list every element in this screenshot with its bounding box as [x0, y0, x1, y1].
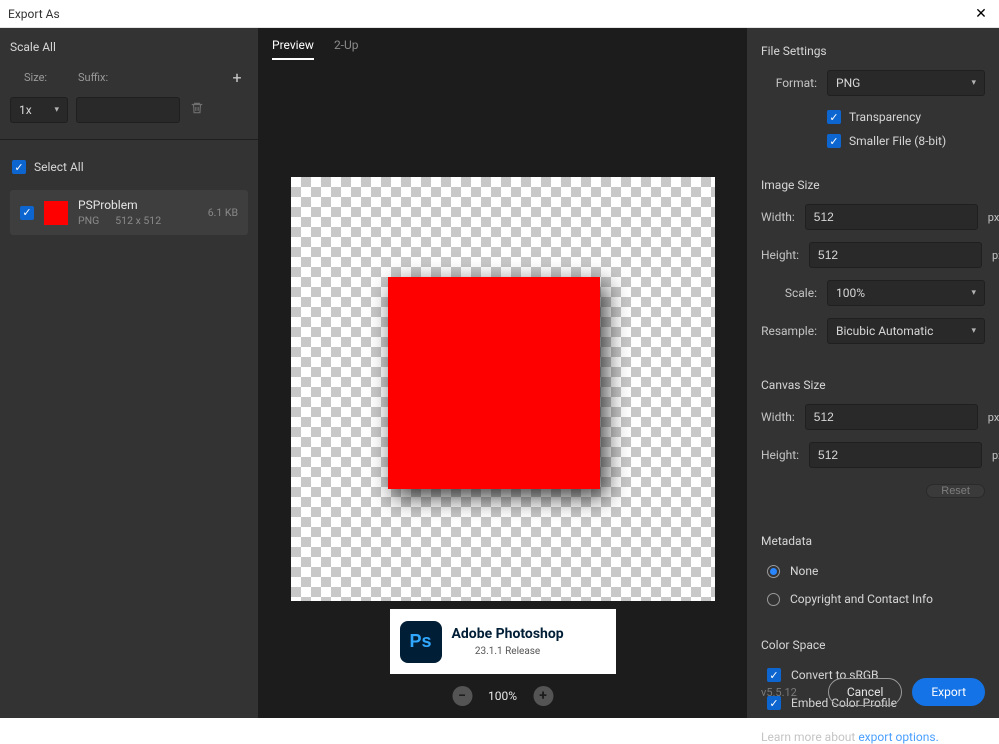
learn-more-text: Learn more about: [761, 730, 858, 744]
photoshop-release: 23.1.1 Release: [452, 646, 564, 657]
canvas-width-label: Width:: [761, 410, 795, 424]
chevron-down-icon: ▾: [971, 78, 976, 88]
metadata-none-row[interactable]: None: [767, 564, 985, 578]
suffix-input[interactable]: [76, 97, 180, 123]
resample-value: Bicubic Automatic: [836, 324, 933, 338]
px-unit: px: [992, 449, 999, 462]
zoom-out-button[interactable]: −: [452, 686, 472, 706]
asset-name: PSProblem: [78, 198, 198, 212]
image-size-title: Image Size: [761, 178, 985, 192]
close-icon[interactable]: ✕: [971, 6, 991, 22]
zoom-in-button[interactable]: +: [533, 686, 553, 706]
canvas-size-title: Canvas Size: [761, 378, 985, 392]
reset-button[interactable]: Reset: [926, 484, 985, 498]
resample-dropdown[interactable]: Bicubic Automatic ▾: [827, 318, 985, 344]
chevron-down-icon: ▾: [971, 288, 976, 298]
width-input[interactable]: [805, 204, 978, 230]
export-button[interactable]: Export: [912, 678, 985, 706]
scale-dropdown[interactable]: 100% ▾: [827, 280, 985, 306]
width-label: Width:: [761, 210, 795, 224]
metadata-none-radio[interactable]: [767, 565, 780, 578]
select-all-label: Select All: [34, 160, 84, 174]
metadata-copyright-label: Copyright and Contact Info: [790, 592, 933, 606]
scale-label: Scale:: [761, 286, 817, 300]
trash-icon[interactable]: [188, 101, 206, 119]
smaller-file-label: Smaller File (8-bit): [849, 134, 946, 148]
window-title: Export As: [8, 7, 60, 21]
photoshop-badge: Ps Adobe Photoshop 23.1.1 Release: [390, 609, 616, 674]
zoom-value: 100%: [488, 689, 517, 703]
color-space-title: Color Space: [761, 638, 985, 652]
size-label: Size:: [12, 71, 66, 84]
left-panel: Scale All Size: Suffix: + 1x ▾ ✓ Select …: [0, 28, 258, 718]
size-dropdown[interactable]: 1x ▾: [10, 97, 68, 123]
format-dropdown[interactable]: PNG ▾: [827, 70, 985, 96]
photoshop-name: Adobe Photoshop: [452, 626, 564, 642]
format-label: Format:: [761, 76, 817, 90]
asset-checkbox[interactable]: ✓: [20, 206, 34, 220]
scale-row: 1x ▾: [10, 97, 248, 123]
cancel-button[interactable]: Cancel: [828, 678, 903, 706]
preview-content: [388, 277, 600, 489]
footer: v5.5.12 Cancel Export: [761, 678, 985, 706]
canvas-width-input[interactable]: [805, 404, 978, 430]
add-scale-icon[interactable]: +: [228, 68, 246, 87]
scale-value: 100%: [836, 286, 865, 300]
right-panel: File Settings Format: PNG ▾ ✓ Transparen…: [747, 28, 999, 718]
canvas-height-label: Height:: [761, 448, 799, 462]
smaller-file-checkbox[interactable]: ✓: [827, 134, 841, 148]
chevron-down-icon: ▾: [971, 326, 976, 336]
px-unit: px: [988, 211, 999, 224]
preview-canvas[interactable]: [291, 177, 715, 601]
center-panel: Preview 2-Up Ps Adobe Photoshop 23.1.1 R…: [258, 28, 747, 718]
select-all-row[interactable]: ✓ Select All: [10, 156, 248, 178]
scale-header: Size: Suffix: +: [10, 68, 248, 87]
photoshop-logo-icon: Ps: [400, 621, 442, 663]
asset-meta: PSProblem PNG 512 x 512: [78, 198, 198, 227]
canvas-height-input[interactable]: [809, 442, 982, 468]
version-label: v5.5.12: [761, 686, 797, 699]
transparency-label: Transparency: [849, 110, 921, 124]
resample-label: Resample:: [761, 324, 817, 338]
divider: [0, 139, 258, 140]
px-unit: px: [992, 249, 999, 262]
select-all-checkbox[interactable]: ✓: [12, 160, 26, 174]
file-settings-title: File Settings: [761, 44, 985, 58]
format-value: PNG: [836, 76, 860, 90]
suffix-label: Suffix:: [66, 71, 228, 84]
chevron-down-icon: ▾: [54, 105, 59, 115]
asset-filesize: 6.1 KB: [208, 206, 238, 219]
asset-format: PNG: [78, 214, 99, 227]
transparency-checkbox[interactable]: ✓: [827, 110, 841, 124]
scale-all-label: Scale All: [10, 40, 248, 54]
px-unit: px: [988, 411, 999, 424]
zoom-bar: − 100% +: [452, 686, 553, 706]
metadata-copyright-row[interactable]: Copyright and Contact Info: [767, 592, 985, 606]
metadata-copyright-radio[interactable]: [767, 593, 780, 606]
height-label: Height:: [761, 248, 799, 262]
height-input[interactable]: [809, 242, 982, 268]
metadata-none-label: None: [790, 564, 818, 578]
export-options-link[interactable]: export options.: [858, 730, 938, 744]
asset-row[interactable]: ✓ PSProblem PNG 512 x 512 6.1 KB: [10, 190, 248, 235]
tab-2up[interactable]: 2-Up: [334, 38, 359, 60]
learn-more: Learn more about export options.: [761, 730, 985, 744]
app-root: Scale All Size: Suffix: + 1x ▾ ✓ Select …: [0, 28, 999, 718]
metadata-title: Metadata: [761, 534, 985, 548]
tabs: Preview 2-Up: [258, 28, 747, 60]
asset-dimensions: 512 x 512: [115, 214, 161, 227]
size-value: 1x: [19, 103, 32, 117]
tab-preview[interactable]: Preview: [272, 38, 314, 60]
asset-thumbnail: [44, 201, 68, 225]
title-bar: Export As ✕: [0, 0, 999, 28]
